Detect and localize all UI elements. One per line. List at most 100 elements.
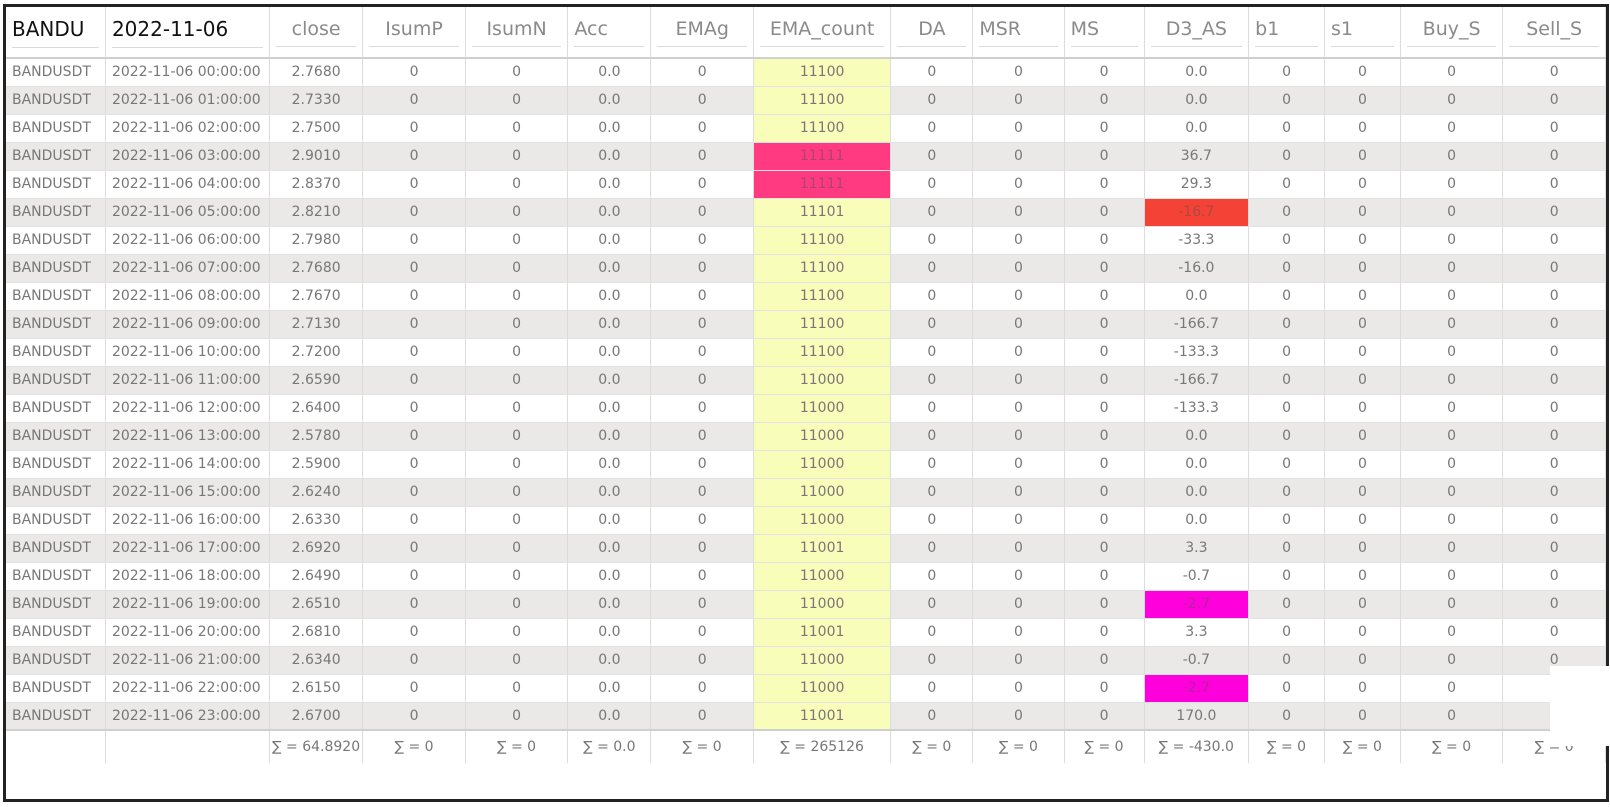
table-row[interactable]: BANDUSDT 2022-11-06 04:00:00 2.8370 0 0 0.0 0 1… xyxy=(6,170,1606,199)
column-header-msr[interactable]: MSR xyxy=(972,7,1065,59)
cell-sell-s: 0 xyxy=(1502,534,1606,563)
cell-isump: 0 xyxy=(362,226,466,255)
column-header-d3-as[interactable]: D3_AS xyxy=(1144,7,1250,59)
table-row[interactable]: BANDUSDT 2022-11-06 20:00:00 2.6810 0 0 0.0 0 1… xyxy=(6,618,1606,647)
symbol-filter[interactable]: BANDU xyxy=(6,7,106,59)
cell-b1: 0 xyxy=(1248,590,1325,619)
table-row[interactable]: BANDUSDT 2022-11-06 02:00:00 2.7500 0 0 0.0 0 1… xyxy=(6,114,1606,143)
cell-ms: 0 xyxy=(1064,646,1145,675)
cell-isump: 0 xyxy=(362,674,466,703)
table-row[interactable]: BANDUSDT 2022-11-06 15:00:00 2.6240 0 0 0.0 0 1… xyxy=(6,478,1606,507)
cell-emag: 0 xyxy=(650,506,754,535)
cell-s1: 0 xyxy=(1324,226,1401,255)
cell-emag: 0 xyxy=(650,394,754,423)
cell-acc: 0.0 xyxy=(567,590,652,619)
table-row[interactable]: BANDUSDT 2022-11-06 09:00:00 2.7130 0 0 0.0 0 1… xyxy=(6,310,1606,339)
cell-b1: 0 xyxy=(1248,338,1325,367)
column-header-acc[interactable]: Acc xyxy=(567,7,652,59)
column-header-da[interactable]: DA xyxy=(890,7,974,59)
date-filter-value: 2022-11-06 xyxy=(111,17,263,48)
cell-msr: 0 xyxy=(972,478,1065,507)
table-row[interactable]: BANDUSDT 2022-11-06 19:00:00 2.6510 0 0 0.0 0 1… xyxy=(6,590,1606,619)
table-row[interactable]: BANDUSDT 2022-11-06 06:00:00 2.7980 0 0 0.0 0 1… xyxy=(6,226,1606,255)
column-header-emag[interactable]: EMAg xyxy=(650,7,754,59)
table-row[interactable]: BANDUSDT 2022-11-06 22:00:00 2.6150 0 0 0.0 0 1… xyxy=(6,674,1606,703)
cell-isumn: 0 xyxy=(465,450,569,479)
cell-da: 0 xyxy=(890,590,974,619)
column-header-buy-s[interactable]: Buy_S xyxy=(1400,7,1504,59)
table-row[interactable]: BANDUSDT 2022-11-06 10:00:00 2.7200 0 0 0.0 0 1… xyxy=(6,338,1606,367)
table-row[interactable]: BANDUSDT 2022-11-06 00:00:00 2.7680 0 0 0.0 0 1… xyxy=(6,58,1606,87)
table-row[interactable]: BANDUSDT 2022-11-06 12:00:00 2.6400 0 0 0.0 0 1… xyxy=(6,394,1606,423)
cell-b1: 0 xyxy=(1248,310,1325,339)
cell-symbol: BANDUSDT xyxy=(6,198,106,227)
cell-ema-count: 11000 xyxy=(753,646,892,675)
cell-da: 0 xyxy=(890,366,974,395)
cell-symbol: BANDUSDT xyxy=(6,170,106,199)
cell-ms: 0 xyxy=(1064,394,1145,423)
cell-emag: 0 xyxy=(650,618,754,647)
cell-acc: 0.0 xyxy=(567,254,652,283)
cell-symbol: BANDUSDT xyxy=(6,562,106,591)
cell-buy-s: 0 xyxy=(1400,142,1504,171)
cell-emag: 0 xyxy=(650,310,754,339)
cell-symbol: BANDUSDT xyxy=(6,254,106,283)
cell-acc: 0.0 xyxy=(567,478,652,507)
cell-sell-s: 0 xyxy=(1502,450,1606,479)
cell-s1: 0 xyxy=(1324,58,1401,87)
table-row[interactable]: BANDUSDT 2022-11-06 13:00:00 2.5780 0 0 0.0 0 1… xyxy=(6,422,1606,451)
table-row[interactable]: BANDUSDT 2022-11-06 17:00:00 2.6920 0 0 0.0 0 1… xyxy=(6,534,1606,563)
cell-msr: 0 xyxy=(972,114,1065,143)
cell-msr: 0 xyxy=(972,534,1065,563)
table-body: BANDUSDT 2022-11-06 00:00:00 2.7680 0 0 0.0 0 1… xyxy=(6,58,1606,731)
cell-isump: 0 xyxy=(362,422,466,451)
table-row[interactable]: BANDUSDT 2022-11-06 01:00:00 2.7330 0 0 0.0 0 1… xyxy=(6,86,1606,115)
table-row[interactable]: BANDUSDT 2022-11-06 18:00:00 2.6490 0 0 0.0 0 1… xyxy=(6,562,1606,591)
cell-ms: 0 xyxy=(1064,590,1145,619)
table-row[interactable]: BANDUSDT 2022-11-06 08:00:00 2.7670 0 0 0.0 0 1… xyxy=(6,282,1606,311)
table-row[interactable]: BANDUSDT 2022-11-06 16:00:00 2.6330 0 0 0.0 0 1… xyxy=(6,506,1606,535)
table-row[interactable]: BANDUSDT 2022-11-06 11:00:00 2.6590 0 0 0.0 0 1… xyxy=(6,366,1606,395)
column-header-isumn[interactable]: IsumN xyxy=(465,7,569,59)
cell-d3-as: -16.0 xyxy=(1144,254,1250,283)
cell-isumn: 0 xyxy=(465,422,569,451)
cell-ms: 0 xyxy=(1064,226,1145,255)
sum-ms: ∑ = 0 xyxy=(1064,729,1145,763)
cell-b1: 0 xyxy=(1248,450,1325,479)
column-header-sell-s[interactable]: Sell_S xyxy=(1502,7,1606,59)
column-header-isump[interactable]: IsumP xyxy=(362,7,466,59)
table-row[interactable]: BANDUSDT 2022-11-06 05:00:00 2.8210 0 0 0.0 0 1… xyxy=(6,198,1606,227)
cell-d3-as: -133.3 xyxy=(1144,394,1250,423)
cell-ema-count: 11000 xyxy=(753,478,892,507)
table-row[interactable]: BANDUSDT 2022-11-06 07:00:00 2.7680 0 0 0.0 0 1… xyxy=(6,254,1606,283)
cell-ema-count: 11000 xyxy=(753,394,892,423)
cell-close: 2.7680 xyxy=(269,58,364,87)
table-row[interactable]: BANDUSDT 2022-11-06 14:00:00 2.5900 0 0 0.0 0 1… xyxy=(6,450,1606,479)
cell-symbol: BANDUSDT xyxy=(6,142,106,171)
cell-time: 2022-11-06 00:00:00 xyxy=(105,58,271,87)
cell-close: 2.6590 xyxy=(269,366,364,395)
cell-buy-s: 0 xyxy=(1400,478,1504,507)
cell-acc: 0.0 xyxy=(567,366,652,395)
cell-close: 2.6340 xyxy=(269,646,364,675)
cell-time: 2022-11-06 13:00:00 xyxy=(105,422,271,451)
cell-symbol: BANDUSDT xyxy=(6,450,106,479)
column-header-s1[interactable]: s1 xyxy=(1324,7,1401,59)
column-header-ms[interactable]: MS xyxy=(1064,7,1145,59)
column-header-close[interactable]: close xyxy=(269,7,364,59)
table-row[interactable]: BANDUSDT 2022-11-06 03:00:00 2.9010 0 0 0.0 0 1… xyxy=(6,142,1606,171)
table-row[interactable]: BANDUSDT 2022-11-06 23:00:00 2.6700 0 0 0.0 0 1… xyxy=(6,702,1606,731)
column-header-b1[interactable]: b1 xyxy=(1248,7,1325,59)
cell-da: 0 xyxy=(890,142,974,171)
table-row[interactable]: BANDUSDT 2022-11-06 21:00:00 2.6340 0 0 0.0 0 1… xyxy=(6,646,1606,675)
cell-buy-s: 0 xyxy=(1400,338,1504,367)
cell-close: 2.7980 xyxy=(269,226,364,255)
cell-time: 2022-11-06 17:00:00 xyxy=(105,534,271,563)
cell-isump: 0 xyxy=(362,254,466,283)
cell-b1: 0 xyxy=(1248,142,1325,171)
sum-isumn: ∑ = 0 xyxy=(465,729,569,763)
date-filter[interactable]: 2022-11-06 xyxy=(105,7,271,59)
cell-d3-as: 0.0 xyxy=(1144,58,1250,87)
table-footer: ∑ = 64.8920 ∑ = 0 ∑ = 0 ∑ = 0.0 ∑ = 0 ∑ … xyxy=(6,729,1606,763)
column-header-ema-count[interactable]: EMA_count xyxy=(753,7,892,59)
